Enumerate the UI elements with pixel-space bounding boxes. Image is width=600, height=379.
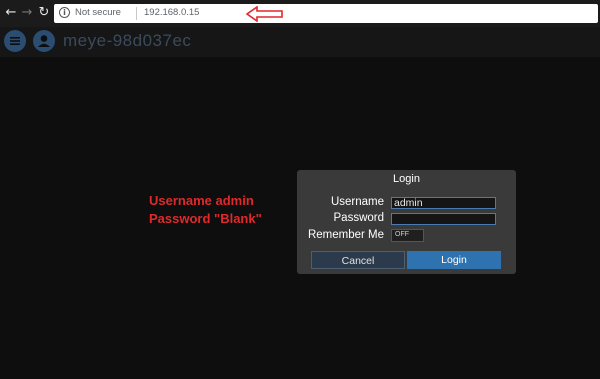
security-status[interactable]: Not secure [75,7,121,18]
annotation-password: Password "Blank" [149,211,262,226]
annotation-username: Username admin [149,193,254,208]
back-arrow-icon[interactable]: ← [4,5,18,21]
remember-me-label: Remember Me [307,229,384,241]
username-label: Username [330,196,384,208]
url-text[interactable]: 192.168.0.15 [144,7,199,18]
username-field[interactable]: admin [391,197,496,209]
password-label: Password [333,212,385,224]
forward-arrow-icon[interactable]: → [20,5,34,21]
toggle-state-text: OFF [395,231,409,238]
login-button[interactable]: Login [407,251,501,269]
user-button[interactable] [33,30,55,52]
red-arrow-annotation-icon [246,6,283,22]
remember-me-toggle[interactable]: OFF [391,229,424,242]
browser-toolbar: ← → ↻ i Not secure 192.168.0.15 [0,0,600,27]
address-divider [136,7,137,20]
cancel-button[interactable]: Cancel [311,251,405,269]
reload-icon[interactable]: ↻ [37,5,51,21]
app-title: meye-98d037ec [63,31,192,50]
address-bar[interactable]: i Not secure 192.168.0.15 [54,4,598,23]
hamburger-icon [10,37,20,45]
dialog-title: Login [393,173,420,185]
password-field[interactable] [391,213,496,225]
info-icon[interactable]: i [59,7,70,18]
menu-button[interactable] [4,30,26,52]
login-dialog: Login Username admin Password Remember M… [297,170,516,274]
user-icon [38,35,50,47]
